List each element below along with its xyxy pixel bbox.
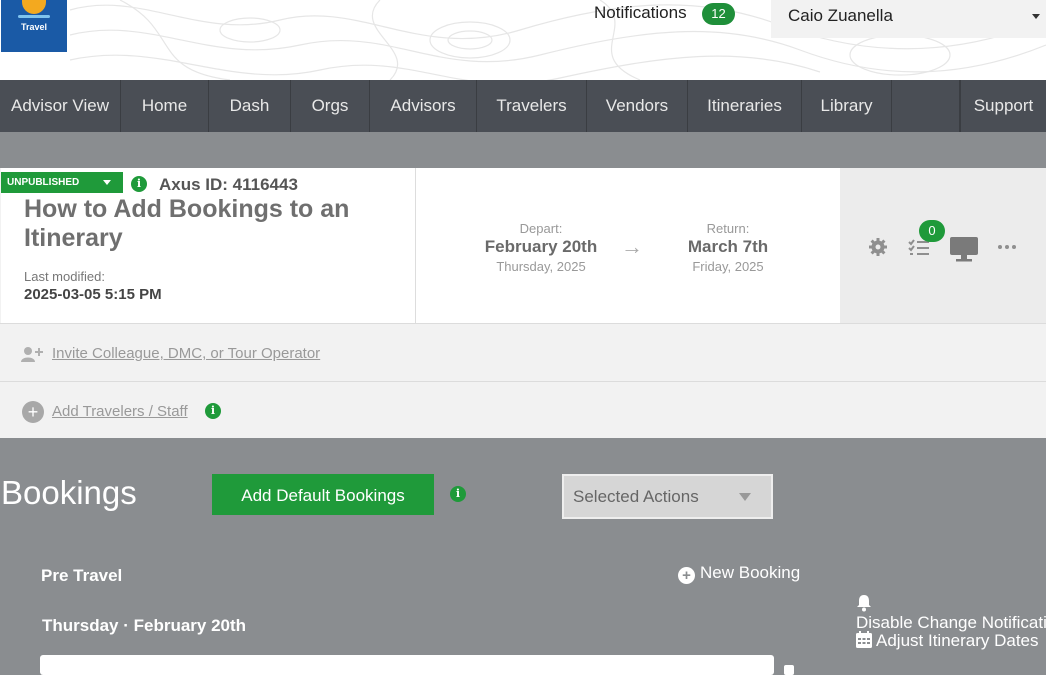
notifications-count-badge[interactable]: 12 bbox=[702, 3, 735, 25]
last-modified-label: Last modified: bbox=[24, 269, 105, 284]
bell-icon bbox=[857, 595, 871, 612]
depart-label: Depart: bbox=[519, 221, 563, 236]
return-label: Return: bbox=[706, 221, 750, 236]
itinerary-summary: UNPUBLISHED i Axus ID: 4116443 How to Ad… bbox=[1, 168, 416, 323]
nav-orgs[interactable]: Orgs bbox=[291, 80, 370, 132]
caret-down-icon bbox=[739, 493, 751, 501]
itinerary-dates[interactable]: Depart: February 20th Thursday, 2025 → R… bbox=[416, 168, 840, 323]
depart-date: February 20th bbox=[484, 237, 598, 256]
return-date: March 7th bbox=[687, 237, 769, 256]
user-name: Caio Zuanella bbox=[788, 6, 893, 25]
gear-icon[interactable] bbox=[868, 237, 888, 257]
pre-travel-heading: Pre Travel bbox=[41, 566, 123, 585]
plus-circle-icon: + bbox=[678, 567, 695, 584]
monitor-icon[interactable] bbox=[949, 236, 979, 262]
plus-circle-icon[interactable]: + bbox=[22, 401, 44, 423]
new-booking-label: New Booking bbox=[700, 563, 801, 582]
nav-home[interactable]: Home bbox=[121, 80, 209, 132]
tasks-count-badge[interactable]: 0 bbox=[919, 220, 945, 242]
nav-vendors[interactable]: Vendors bbox=[587, 80, 688, 132]
invite-colleague-link[interactable]: Invite Colleague, DMC, or Tour Operator bbox=[52, 345, 320, 362]
depart-day: Thursday, 2025 bbox=[496, 259, 586, 274]
last-modified-value: 2025-03-05 5:15 PM bbox=[24, 286, 162, 303]
nav-travelers[interactable]: Travelers bbox=[477, 80, 587, 132]
notifications-link[interactable]: Notifications bbox=[594, 3, 687, 23]
nav-support[interactable]: Support bbox=[960, 80, 1046, 132]
nav-spacer bbox=[892, 80, 960, 132]
nav-advisor-view[interactable]: Advisor View bbox=[0, 80, 121, 132]
new-booking-button[interactable]: + New Booking bbox=[678, 563, 800, 584]
selected-actions-dropdown[interactable]: Selected Actions bbox=[562, 474, 773, 519]
add-user-icon bbox=[21, 347, 43, 362]
nav-library[interactable]: Library bbox=[802, 80, 892, 132]
app-logo[interactable]: Travel bbox=[1, 0, 67, 52]
nav-advisors[interactable]: Advisors bbox=[370, 80, 477, 132]
return-block: Return: March 7th Friday, 2025 bbox=[678, 221, 778, 274]
bookings-heading: Bookings bbox=[1, 474, 137, 511]
more-icon[interactable] bbox=[998, 245, 1016, 249]
itinerary-tools bbox=[840, 168, 1046, 323]
depart-block: Depart: February 20th Thursday, 2025 bbox=[482, 221, 600, 274]
wave-icon bbox=[18, 15, 50, 18]
logo-text: Travel bbox=[20, 22, 48, 32]
disable-notifications-label: Disable Change Notifications bbox=[856, 613, 1046, 632]
divider bbox=[0, 323, 1046, 324]
publish-status-dropdown[interactable]: UNPUBLISHED bbox=[1, 172, 123, 193]
nav-itineraries[interactable]: Itineraries bbox=[688, 80, 802, 132]
return-day: Friday, 2025 bbox=[692, 259, 764, 274]
calendar-icon bbox=[856, 631, 872, 648]
top-header: Travel Notifications 12 Caio Zuanella bbox=[0, 0, 1046, 80]
add-default-bookings-button[interactable]: Add Default Bookings bbox=[212, 474, 434, 515]
drag-handle[interactable] bbox=[784, 665, 794, 675]
adjust-dates-label: Adjust Itinerary Dates bbox=[876, 631, 1039, 650]
caret-down-icon bbox=[103, 180, 111, 185]
itinerary-card: UNPUBLISHED i Axus ID: 4116443 How to Ad… bbox=[0, 168, 1046, 438]
sun-icon bbox=[22, 0, 46, 14]
nav-dash[interactable]: Dash bbox=[209, 80, 291, 132]
info-icon[interactable]: i bbox=[205, 403, 221, 419]
info-icon[interactable]: i bbox=[450, 486, 466, 502]
axus-id: Axus ID: 4116443 bbox=[159, 175, 298, 194]
main-nav: Advisor View Home Dash Orgs Advisors Tra… bbox=[0, 80, 1046, 132]
arrow-right-icon: → bbox=[621, 234, 643, 259]
info-icon[interactable]: i bbox=[131, 176, 147, 192]
status-label: UNPUBLISHED bbox=[7, 177, 80, 188]
divider bbox=[0, 381, 1046, 382]
disable-change-notifications-button[interactable]: Disable Change Notifications bbox=[856, 594, 1046, 633]
user-menu[interactable]: Caio Zuanella bbox=[771, 0, 1046, 38]
add-travelers-link[interactable]: Add Travelers / Staff bbox=[52, 403, 188, 420]
day-heading: Thursday · February 20th bbox=[42, 616, 247, 635]
adjust-itinerary-dates-button[interactable]: Adjust Itinerary Dates bbox=[856, 631, 1039, 651]
selected-actions-label: Selected Actions bbox=[573, 487, 699, 506]
booking-card[interactable] bbox=[40, 655, 774, 675]
itinerary-title[interactable]: How to Add Bookings to an Itinerary bbox=[24, 195, 404, 253]
caret-down-icon bbox=[1032, 14, 1040, 19]
